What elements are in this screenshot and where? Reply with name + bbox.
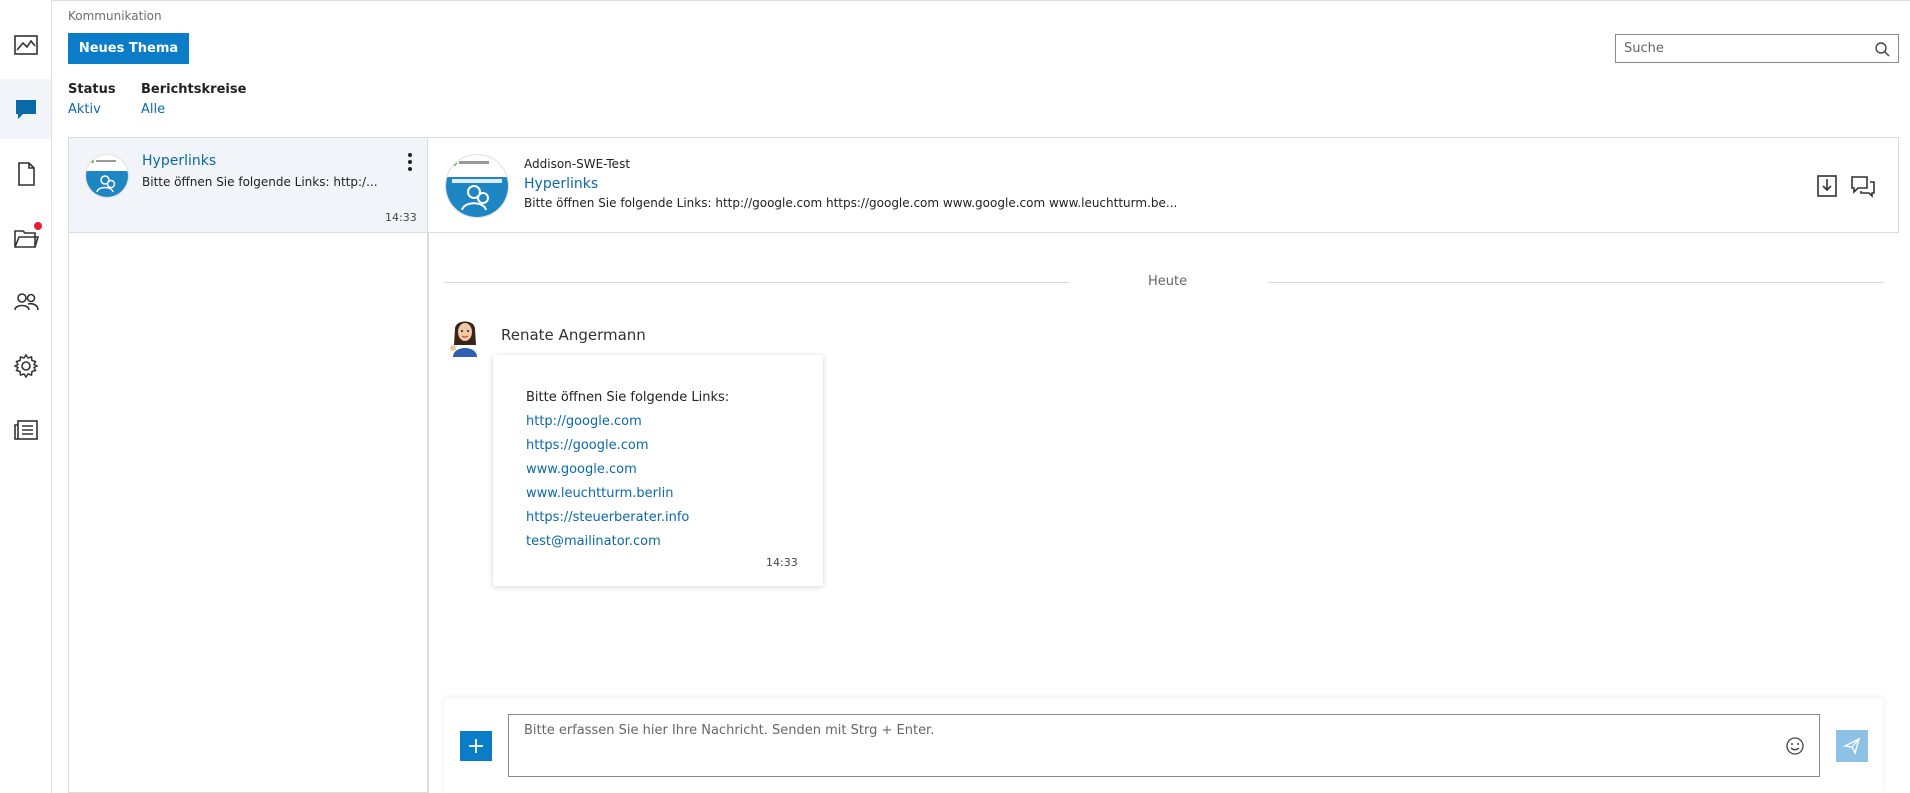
search-icon[interactable] [1874,41,1890,57]
dashboard-icon [13,35,38,55]
download-icon[interactable] [1814,173,1840,199]
topic-time: 14:33 [385,211,417,224]
nav-communication[interactable] [0,79,51,139]
top-border [51,0,1910,1]
column-divider [428,233,429,793]
message-bubble: Bitte öffnen Sie folgende Links: http://… [493,355,823,586]
message-author: Renate Angermann [501,326,646,344]
circles-filter-label: Berichtskreise [141,82,247,97]
day-separator-line-right [1268,282,1884,283]
nav-settings[interactable] [0,336,51,396]
nav-dashboard[interactable] [0,15,51,75]
addison-logo-icon [86,155,128,197]
send-icon [1843,737,1861,755]
more-options-icon[interactable] [406,152,414,172]
day-separator-line-left [444,282,1069,283]
topic-logo [85,154,129,198]
status-filter-label: Status [68,82,116,97]
breadcrumb: Kommunikation [68,9,162,23]
addison-logo-icon [446,155,508,217]
circles-filter-value[interactable]: Alle [141,102,165,117]
send-button[interactable] [1836,730,1868,762]
status-filter-value[interactable]: Aktiv [68,102,101,117]
message-link[interactable]: https://steuerberater.info [526,506,729,530]
avatar [450,321,477,357]
nav-documents[interactable] [0,144,51,204]
search-input[interactable] [1616,35,1872,62]
news-icon [13,420,38,440]
conversation-organization: Addison-SWE-Test [524,157,631,171]
add-attachment-button[interactable] [460,731,492,761]
topic-list [68,137,428,793]
document-icon [17,162,35,186]
message-link[interactable]: www.leuchtturm.berlin [526,482,729,506]
conversation-description: Bitte öffnen Sie folgende Links: http://… [524,196,1178,210]
chat-details-icon[interactable] [1850,173,1876,199]
message-input[interactable] [509,715,1769,776]
plus-icon [469,739,483,753]
nav-rail [0,0,52,793]
message-input-box [508,714,1820,777]
topic-list-item[interactable]: Hyperlinks Bitte öffnen Sie folgende Lin… [68,137,428,233]
notification-badge [34,222,42,230]
gear-icon [12,353,39,379]
message-link[interactable]: www.google.com [526,458,729,482]
message-intro: Bitte öffnen Sie folgende Links: [526,390,730,405]
topic-preview: Bitte öffnen Sie folgende Links: http:/.… [142,175,378,189]
day-separator: Heute [1148,274,1188,289]
message-link[interactable]: http://google.com [526,410,729,434]
chat-icon [15,100,36,119]
message-link[interactable]: test@mailinator.com [526,530,729,554]
emoji-icon[interactable] [1785,736,1805,756]
conversation-title: Hyperlinks [524,176,599,192]
message-body: Bitte öffnen Sie folgende Links: http://… [526,386,729,554]
nav-folders[interactable] [0,208,51,268]
message-link[interactable]: https://google.com [526,434,729,458]
conversation-header: Addison-SWE-Test Hyperlinks Bitte öffnen… [428,137,1899,233]
topic-title: Hyperlinks [142,153,217,169]
conversation-logo [445,154,509,218]
search-box [1615,34,1899,63]
new-topic-button[interactable]: Neues Thema [68,33,189,64]
message-time: 14:33 [766,556,798,569]
nav-people[interactable] [0,272,51,332]
nav-news[interactable] [0,400,51,460]
people-icon [13,293,39,311]
